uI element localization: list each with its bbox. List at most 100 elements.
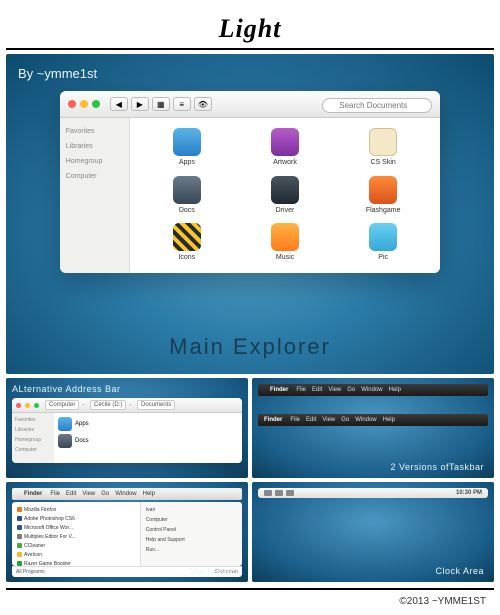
all-programs[interactable]: All Programs <box>16 569 45 575</box>
search-input[interactable] <box>322 98 432 113</box>
action-button[interactable]: 👁 <box>194 97 212 111</box>
sidebar-item[interactable]: Favorites <box>64 124 125 139</box>
mini-explorer: Computer › Cecile (D:) › Documents Favor… <box>12 398 242 463</box>
folder-apps[interactable]: Apps <box>140 128 234 168</box>
menu-item[interactable]: Go <box>347 387 355 393</box>
apps-icon <box>58 417 72 431</box>
panel-title: Start Menu <box>189 566 238 576</box>
view-button[interactable]: ▦ <box>152 97 170 111</box>
maximize-icon[interactable] <box>34 403 39 408</box>
startmenu-programs: Mozilla Firefox Adobe Photoshop CS6 Micr… <box>12 502 141 566</box>
apps-icon <box>173 128 201 156</box>
place-item[interactable]: Run... <box>144 545 239 555</box>
footer-copyright: ©2013 ~YMME1ST <box>6 588 494 609</box>
menu-item[interactable]: View <box>322 417 335 423</box>
program-item[interactable]: Adobe Photoshop CS6 <box>15 514 137 523</box>
folder-csskin[interactable]: CS Skin <box>336 128 430 168</box>
sidebar-item[interactable]: Libraries <box>64 139 125 154</box>
menu-item[interactable]: Window <box>355 417 376 423</box>
program-item[interactable]: CCleaner <box>15 541 137 550</box>
menu-item[interactable]: Go <box>341 417 349 423</box>
menu-item[interactable]: Go <box>101 491 109 497</box>
folder-music[interactable]: Music <box>238 223 332 263</box>
sidebar-item[interactable]: Homegroup <box>14 435 52 445</box>
folder-docs[interactable]: Docs <box>140 176 234 216</box>
menu-item[interactable]: Window <box>115 491 136 497</box>
docs-icon <box>58 434 72 448</box>
clock-bar: 10:30 PM <box>258 488 488 498</box>
sidebar-item[interactable]: Computer <box>14 445 52 455</box>
panel-title: 2 Versions ofTaskbar <box>390 462 484 472</box>
list-button[interactable]: ≡ <box>173 97 191 111</box>
panel-title: Clock Area <box>435 566 484 576</box>
flashgame-icon <box>369 176 397 204</box>
driver-icon <box>271 176 299 204</box>
minimize-icon[interactable] <box>25 403 30 408</box>
maximize-icon[interactable] <box>92 100 100 108</box>
menu-item[interactable]: View <box>328 387 341 393</box>
folder-flashgame[interactable]: Flashgame <box>336 176 430 216</box>
menu-item[interactable]: File <box>290 417 300 423</box>
menu-item[interactable]: Help <box>383 417 395 423</box>
folder-docs[interactable]: Docs <box>58 434 238 448</box>
menu-item[interactable]: File <box>50 491 60 497</box>
folder-driver[interactable]: Driver <box>238 176 332 216</box>
close-icon[interactable] <box>68 100 76 108</box>
mini-content: Apps Docs <box>54 413 242 463</box>
sidebar-item[interactable]: Homegroup <box>64 154 125 169</box>
folder-icons[interactable]: Icons <box>140 223 234 263</box>
menu-item[interactable]: Window <box>361 387 382 393</box>
program-item[interactable]: Mozilla Firefox <box>15 505 137 514</box>
clock-time[interactable]: 10:30 PM <box>456 490 482 496</box>
menu-item[interactable]: Edit <box>66 491 76 497</box>
byline: By ~ymme1st <box>18 66 482 81</box>
place-item[interactable]: Ivan <box>144 505 239 515</box>
artwork-icon <box>271 128 299 156</box>
program-item[interactable]: Microsoft Office Wor... <box>15 523 137 532</box>
menu-item[interactable]: View <box>82 491 95 497</box>
sidebar-item[interactable]: Computer <box>64 169 125 184</box>
close-icon[interactable] <box>16 403 21 408</box>
forward-button[interactable]: ▶ <box>131 97 149 111</box>
sidebar-item[interactable]: Libraries <box>14 425 52 435</box>
sidebar: Favorites Libraries Homegroup Computer <box>60 118 130 273</box>
panel-taskbar: Finder File Edit View Go Window Help Fin… <box>252 378 494 478</box>
taskbar-dark-1: Finder File Edit View Go Window Help <box>258 384 488 396</box>
folder-apps[interactable]: Apps <box>58 417 238 431</box>
program-item[interactable]: Razer Game Booster <box>15 559 137 566</box>
program-item[interactable]: AveIcon <box>15 550 137 559</box>
back-button[interactable]: ◀ <box>110 97 128 111</box>
nav-buttons: ◀ ▶ ▦ ≡ 👁 <box>110 97 212 111</box>
tray-icon[interactable] <box>264 490 272 496</box>
breadcrumb[interactable]: Documents <box>137 400 175 410</box>
sidebar-item[interactable]: Favorites <box>14 415 52 425</box>
place-item[interactable]: Help and Support <box>144 535 239 545</box>
search-container <box>322 95 432 113</box>
folder-artwork[interactable]: Artwork <box>238 128 332 168</box>
menu-item[interactable]: Finder <box>270 387 288 393</box>
theme-title-bar: Light <box>6 6 494 50</box>
hero-caption: Main Explorer <box>6 334 494 360</box>
place-item[interactable]: Computer <box>144 515 239 525</box>
panel-startmenu: Finder File Edit View Go Window Help Moz… <box>6 482 248 582</box>
menu-item[interactable]: Finder <box>264 417 282 423</box>
folder-pic[interactable]: Pic <box>336 223 430 263</box>
hero-panel: By ~ymme1st ◀ ▶ ▦ ≡ 👁 <box>6 54 494 374</box>
menu-item[interactable]: Help <box>389 387 401 393</box>
menu-item[interactable]: Edit <box>306 417 316 423</box>
music-icon <box>271 223 299 251</box>
startmenu-places: Ivan Computer Control Panel Help and Sup… <box>141 502 242 566</box>
tray-icon[interactable] <box>286 490 294 496</box>
mini-sidebar: Favorites Libraries Homegroup Computer <box>12 413 54 463</box>
menu-item[interactable]: Help <box>143 491 155 497</box>
minimize-icon[interactable] <box>80 100 88 108</box>
menu-item[interactable]: Finder <box>24 491 42 497</box>
menu-item[interactable]: Edit <box>312 387 322 393</box>
tray-icon[interactable] <box>275 490 283 496</box>
breadcrumb[interactable]: Cecile (D:) <box>90 400 126 410</box>
place-item[interactable]: Control Panel <box>144 525 239 535</box>
menu-item[interactable]: File <box>296 387 306 393</box>
breadcrumb[interactable]: Computer <box>45 400 79 410</box>
docs-icon <box>173 176 201 204</box>
program-item[interactable]: Multiples Editor For V... <box>15 532 137 541</box>
